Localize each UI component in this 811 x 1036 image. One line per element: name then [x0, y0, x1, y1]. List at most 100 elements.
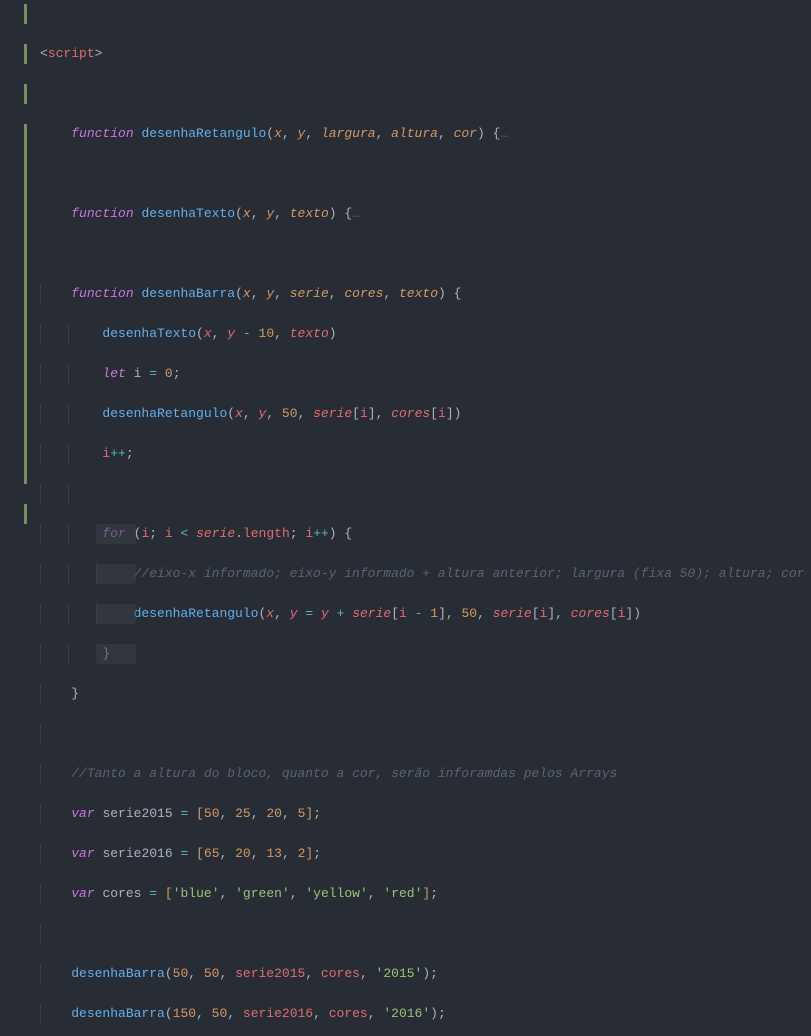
op: ++ [110, 446, 126, 461]
code-line[interactable]: function desenhaBarra(x, y, serie, cores… [40, 284, 811, 304]
code-line[interactable]: i++; [40, 444, 811, 464]
arg: cores [571, 606, 610, 621]
var: i [165, 526, 173, 541]
code-line[interactable]: for (i; i < serie.length; i++) { [40, 524, 811, 544]
arg: y [227, 326, 235, 341]
param: serie [290, 286, 329, 301]
code-line[interactable]: //eixo-x informado; eixo-y informado + a… [40, 564, 811, 584]
code-line[interactable]: //Tanto a altura do bloco, quanto a cor,… [40, 764, 811, 784]
idx: i [360, 406, 368, 421]
idx: i [618, 606, 626, 621]
code-content[interactable]: <script> function desenhaRetangulo(x, y,… [34, 0, 811, 518]
var: i [305, 526, 313, 541]
param: cores [344, 286, 383, 301]
tag-open: < [40, 46, 48, 61]
num: 50 [204, 806, 220, 821]
code-line[interactable]: function desenhaTexto(x, y, texto) {… [40, 204, 811, 224]
arg: serie [352, 606, 391, 621]
code-line[interactable]: var serie2016 = [65, 20, 13, 2]; [40, 844, 811, 864]
code-line[interactable]: var cores = ['blue', 'green', 'yellow', … [40, 884, 811, 904]
param: texto [290, 206, 329, 221]
code-line[interactable] [40, 164, 811, 184]
str: '2015' [376, 966, 423, 981]
code-line[interactable] [40, 924, 811, 944]
arg: x [266, 606, 274, 621]
code-line[interactable]: desenhaRetangulo(x, y = y + serie[i - 1]… [40, 604, 811, 624]
code-line[interactable]: desenhaRetangulo(x, y, 50, serie[i], cor… [40, 404, 811, 424]
code-line[interactable]: function desenhaRetangulo(x, y, largura,… [40, 124, 811, 144]
param: y [266, 286, 274, 301]
code-line[interactable]: <script> [40, 44, 811, 64]
num: 10 [259, 326, 275, 341]
fn-call: desenhaTexto [102, 326, 196, 341]
tag-name: script [48, 46, 95, 61]
idx: i [540, 606, 548, 621]
fn-call: desenhaRetangulo [134, 606, 259, 621]
arg: cores [391, 406, 430, 421]
code-line[interactable] [40, 84, 811, 104]
arg: y [321, 606, 329, 621]
num: 150 [173, 1006, 196, 1021]
fn-name: desenhaRetangulo [141, 126, 266, 141]
gutter [0, 0, 34, 518]
fold-icon[interactable]: … [500, 126, 508, 141]
code-line[interactable]: desenhaBarra(50, 50, serie2015, cores, '… [40, 964, 811, 984]
num: 50 [173, 966, 189, 981]
var: serie2016 [102, 846, 172, 861]
arg: serie2015 [235, 966, 305, 981]
arg: serie [313, 406, 352, 421]
str: '2016' [383, 1006, 430, 1021]
num: 0 [165, 366, 173, 381]
num: 50 [461, 606, 477, 621]
code-line[interactable] [40, 244, 811, 264]
code-line[interactable]: } [40, 644, 811, 664]
fn-call: desenhaRetangulo [102, 406, 227, 421]
arg: texto [290, 326, 329, 341]
comment: //Tanto a altura do bloco, quanto a cor,… [71, 766, 617, 781]
num: 50 [212, 1006, 228, 1021]
code-line[interactable]: desenhaBarra(150, 50, serie2016, cores, … [40, 1004, 811, 1024]
tag-close: > [95, 46, 103, 61]
kw-var: var [71, 886, 94, 901]
code-line[interactable]: } [40, 684, 811, 704]
num: 25 [235, 806, 251, 821]
num: 20 [266, 806, 282, 821]
idx: i [438, 406, 446, 421]
fn-name: desenhaBarra [141, 286, 235, 301]
code-editor[interactable]: <script> function desenhaRetangulo(x, y,… [0, 0, 811, 518]
arg: cores [321, 966, 360, 981]
num: 5 [298, 806, 306, 821]
fold-icon[interactable]: … [352, 206, 360, 221]
arr: serie [196, 526, 235, 541]
str: 'green' [235, 886, 290, 901]
num: 50 [282, 406, 298, 421]
num: 1 [430, 606, 438, 621]
code-line[interactable] [40, 724, 811, 744]
code-line[interactable] [40, 484, 811, 504]
num: 50 [204, 966, 220, 981]
code-line[interactable]: var serie2015 = [50, 25, 20, 5]; [40, 804, 811, 824]
num: 20 [235, 846, 251, 861]
num: 13 [266, 846, 282, 861]
arg: x [204, 326, 212, 341]
kw-function: function [71, 286, 133, 301]
comment: //eixo-x informado; eixo-y informado + a… [134, 566, 805, 581]
param: texto [399, 286, 438, 301]
str: 'red' [383, 886, 422, 901]
kw-function: function [71, 206, 133, 221]
idx: i [399, 606, 407, 621]
param: x [243, 286, 251, 301]
code-line[interactable]: desenhaTexto(x, y - 10, texto) [40, 324, 811, 344]
arg: cores [329, 1006, 368, 1021]
kw-function: function [71, 126, 133, 141]
prop: length [243, 526, 290, 541]
fn-call: desenhaBarra [71, 1006, 165, 1021]
param: cor [454, 126, 477, 141]
arg: serie2016 [243, 1006, 313, 1021]
var: i [134, 366, 142, 381]
fn-name: desenhaTexto [141, 206, 235, 221]
param: largura [321, 126, 376, 141]
arg: serie [493, 606, 532, 621]
code-line[interactable]: let i = 0; [40, 364, 811, 384]
var: i [141, 526, 149, 541]
